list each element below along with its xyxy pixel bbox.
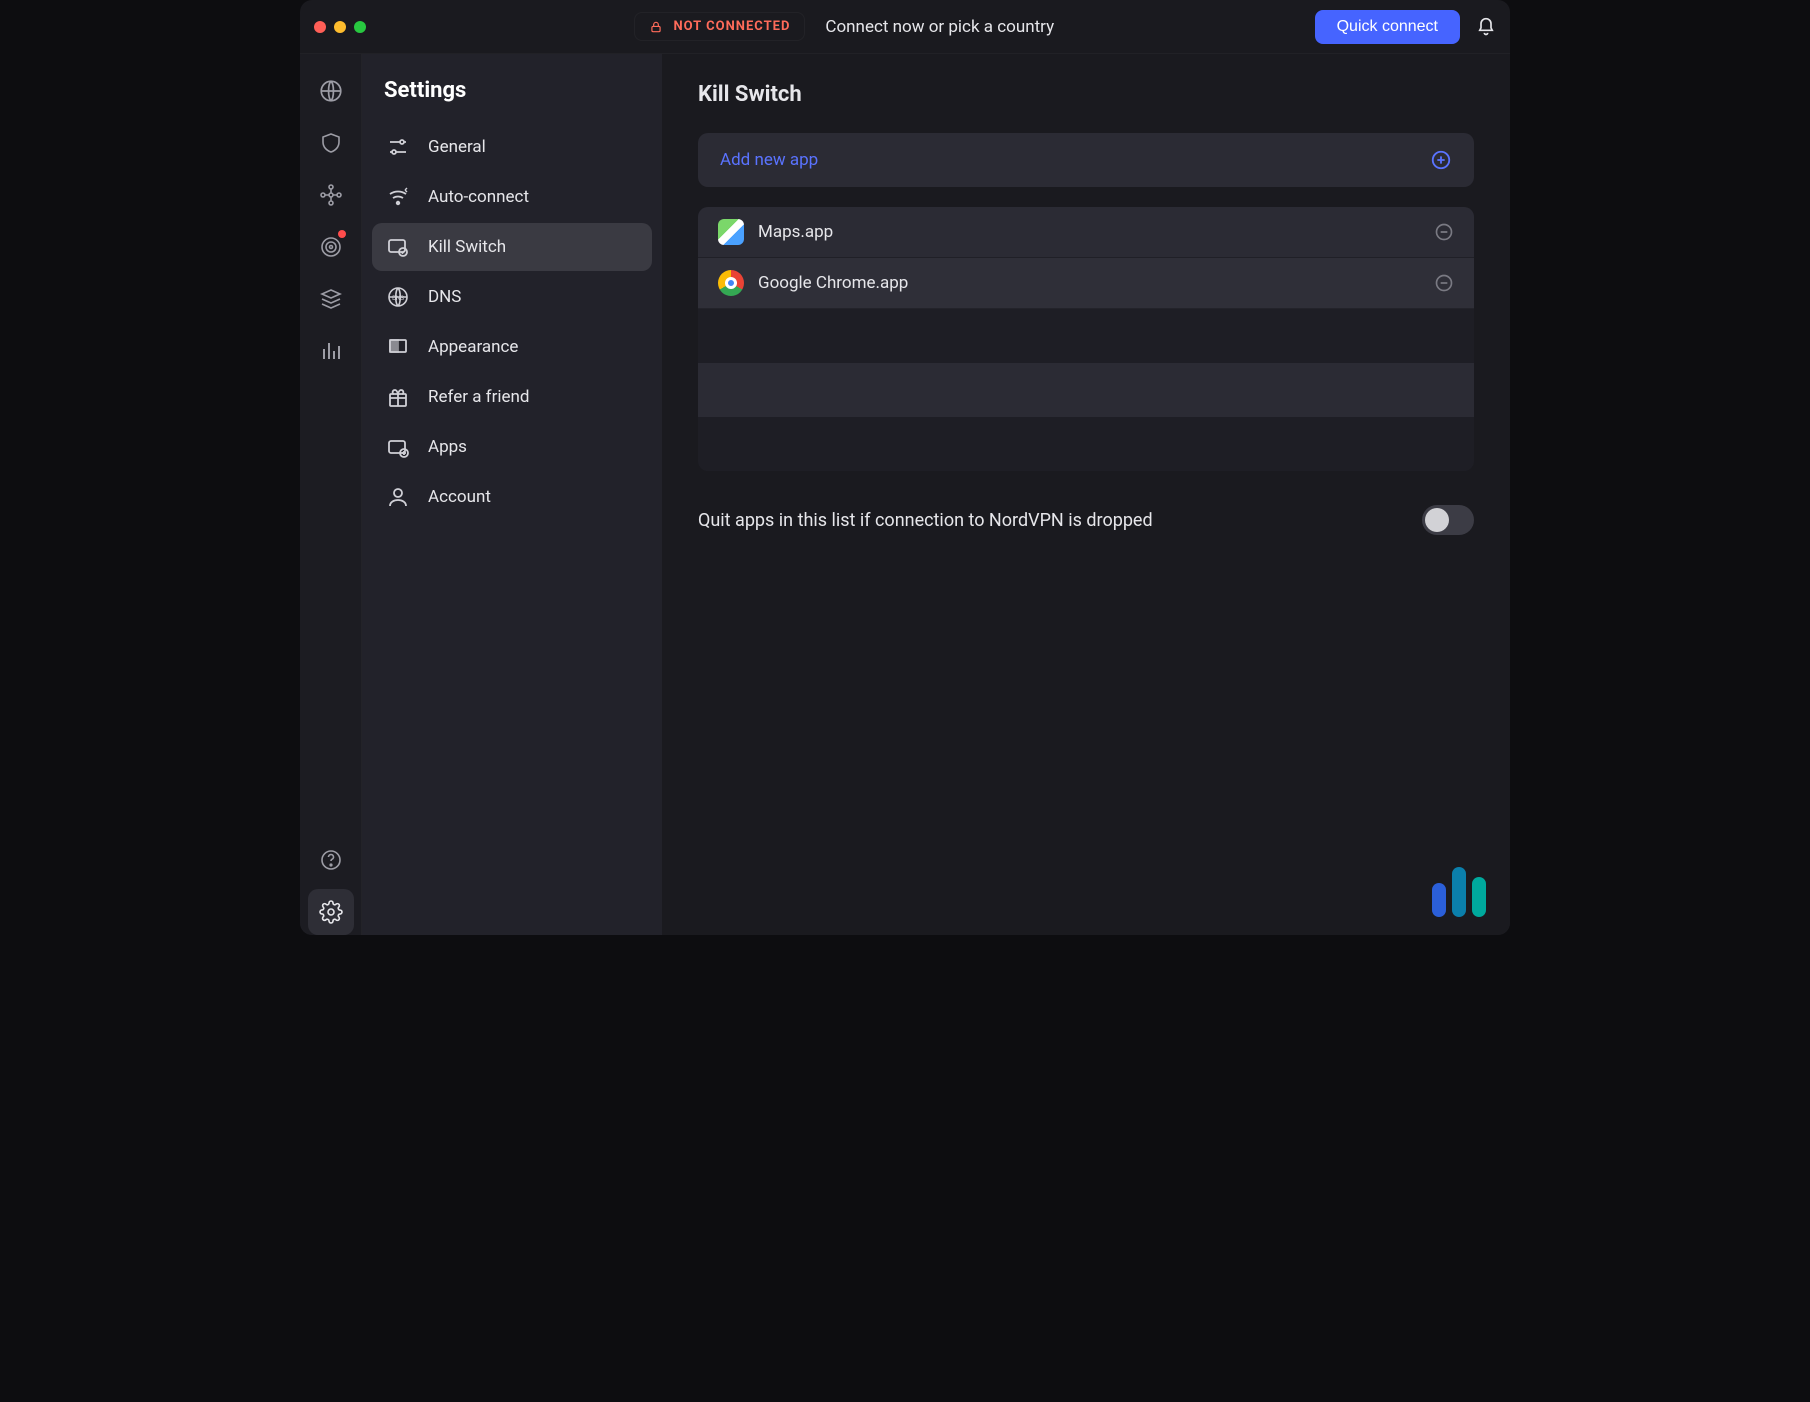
app-row: Google Chrome.app [698,258,1474,309]
app-name: Google Chrome.app [758,273,1420,293]
mesh-icon [319,183,343,207]
dns-icon: DNS [386,285,410,309]
add-new-app-button[interactable]: Add new app [698,133,1474,187]
sidebar-item-label: Refer a friend [428,387,529,407]
empty-row [698,417,1474,471]
close-window-icon[interactable] [314,21,326,33]
add-new-app-label: Add new app [720,150,818,170]
sidebar-item-label: Auto-connect [428,187,529,207]
rail-threat-protection[interactable] [308,224,354,270]
body: Settings General Auto-connect Kill Switc… [300,54,1510,935]
sidebar-item-label: Appearance [428,337,518,357]
nav-rail [300,54,362,935]
killswitch-icon [386,235,410,259]
sidebar-item-dns[interactable]: DNS DNS [372,273,652,321]
rail-help[interactable] [308,837,354,883]
toggle-knob [1425,508,1449,532]
svg-text:DNS: DNS [392,295,404,302]
lock-icon [649,20,663,34]
empty-row [698,309,1474,363]
add-app-card: Add new app [698,133,1474,187]
window-controls[interactable] [314,21,366,33]
plus-circle-icon [1430,149,1452,171]
sidebar-item-refer[interactable]: Refer a friend [372,373,652,421]
stack-icon [319,287,343,311]
remove-app-button[interactable] [1434,222,1454,242]
sidebar-item-label: Apps [428,437,467,457]
sidebar-item-label: Account [428,487,491,507]
stats-icon [319,339,343,363]
settings-sidebar: Settings General Auto-connect Kill Switc… [362,54,662,935]
minus-circle-icon [1434,222,1454,242]
apps-icon [386,435,410,459]
sidebar-item-appearance[interactable]: Appearance [372,323,652,371]
toggle-description: Quit apps in this list if connection to … [698,510,1153,531]
minimize-window-icon[interactable] [334,21,346,33]
notification-badge-icon [338,230,346,238]
title-center: NOT CONNECTED Connect now or pick a coun… [388,12,1301,41]
sidebar-item-label: Kill Switch [428,237,506,257]
rail-settings[interactable] [308,889,354,935]
page-title: Kill Switch [698,82,1474,107]
zoom-window-icon[interactable] [354,21,366,33]
gear-icon [319,900,343,924]
rail-meshnet[interactable] [308,172,354,218]
remove-app-button[interactable] [1434,273,1454,293]
rail-stats[interactable] [308,328,354,374]
app-window: NOT CONNECTED Connect now or pick a coun… [300,0,1510,935]
quick-connect-button[interactable]: Quick connect [1315,10,1460,44]
sidebar-title: Settings [384,78,640,103]
app-row: Maps.app [698,207,1474,258]
rail-globe[interactable] [308,68,354,114]
empty-row [698,363,1474,417]
wifi-icon [386,185,410,209]
kill-switch-toggle[interactable] [1422,505,1474,535]
connection-status: NOT CONNECTED [634,12,805,41]
app-name: Maps.app [758,222,1420,242]
kill-switch-toggle-row: Quit apps in this list if connection to … [698,505,1474,535]
sidebar-item-account[interactable]: Account [372,473,652,521]
titlebar: NOT CONNECTED Connect now or pick a coun… [300,0,1510,54]
notifications-icon[interactable] [1476,17,1496,37]
shield-icon [319,131,343,155]
gift-icon [386,385,410,409]
kill-switch-app-list: Maps.app Google Chrome.app [698,207,1474,471]
sidebar-item-general[interactable]: General [372,123,652,171]
sidebar-item-kill-switch[interactable]: Kill Switch [372,223,652,271]
minus-circle-icon [1434,273,1454,293]
account-icon [386,485,410,509]
help-icon [319,848,343,872]
globe-icon [318,78,344,104]
main-content: Kill Switch Add new app Maps.app G [662,54,1510,935]
rail-stack[interactable] [308,276,354,322]
sidebar-item-apps[interactable]: Apps [372,423,652,471]
brand-mark-icon [1432,867,1486,917]
sidebar-item-auto-connect[interactable]: Auto-connect [372,173,652,221]
rail-shield[interactable] [308,120,354,166]
sidebar-item-label: DNS [428,287,461,307]
titlebar-title[interactable]: Connect now or pick a country [825,17,1054,37]
appearance-icon [386,335,410,359]
titlebar-actions: Quick connect [1315,10,1496,44]
connection-status-label: NOT CONNECTED [673,19,790,34]
radar-icon [319,235,343,259]
sidebar-item-label: General [428,137,486,157]
chrome-app-icon [718,270,744,296]
maps-app-icon [718,219,744,245]
sliders-icon [386,135,410,159]
